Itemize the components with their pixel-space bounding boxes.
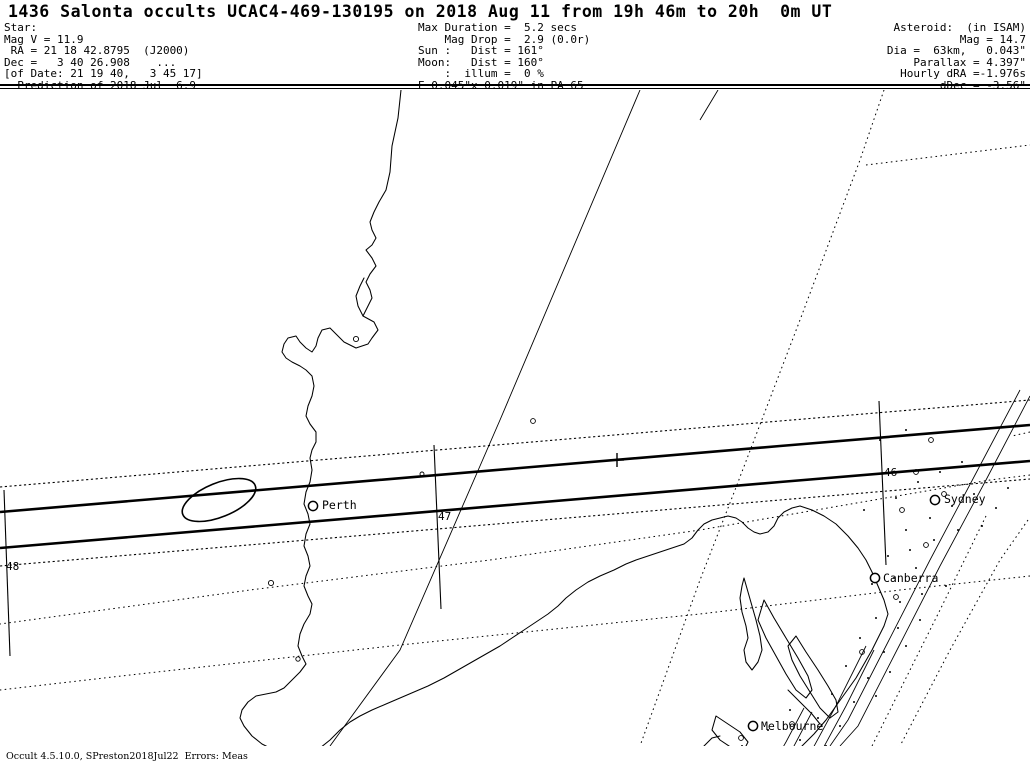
occultation-map: Perth Sydney Canberra Melbourne 46 47 48 [0,90,1030,746]
page-title: 1436 Salonta occults UCAC4-469-130195 on… [8,2,833,21]
footer-credit: Occult 4.5.10.0, SPreston2018Jul22 Error… [6,751,248,762]
city-marker-perth [307,500,319,512]
dotted-graticule [0,90,1030,746]
path-center-marker [610,453,624,467]
city-marker-melbourne [747,720,759,732]
asteroid-info-block: Asteroid: (in ISAM) Mag = 14.7 Dia = 63k… [886,21,1026,91]
header-divider-upper [0,84,1030,86]
city-label-perth: Perth [322,498,357,512]
path-limit-lines [0,423,1030,550]
time-tick-label-48: 48 [6,560,20,573]
city-label-canberra: Canberra [883,571,939,585]
path-error-limits [0,399,1030,567]
graticule-lines [329,90,719,746]
city-marker-canberra [869,572,881,584]
city-label-sydney: Sydney [944,492,986,506]
event-info-block: Max Duration = 5.2 secs Mag Drop = 2.9 (… [418,21,591,91]
map-canvas [0,90,1030,746]
coastline [239,90,889,746]
header: 1436 Salonta occults UCAC4-469-130195 on… [0,0,1030,91]
city-marker-sydney [929,494,941,506]
time-tick-label-46: 46 [884,466,898,479]
city-label-melbourne: Melbourne [761,719,824,733]
settlement-dots [738,429,1009,746]
asteroid-profile-ellipse [181,477,257,523]
city-markers[interactable] [307,494,941,732]
time-tick-label-47: 47 [438,510,452,523]
header-divider-lower [0,88,1030,89]
offshore-markers [267,335,536,662]
occultation-prediction-page: 1436 Salonta occults UCAC4-469-130195 on… [0,0,1030,766]
star-info-block: Star: Mag V = 11.9 RA = 21 18 42.8795 (J… [4,21,203,91]
